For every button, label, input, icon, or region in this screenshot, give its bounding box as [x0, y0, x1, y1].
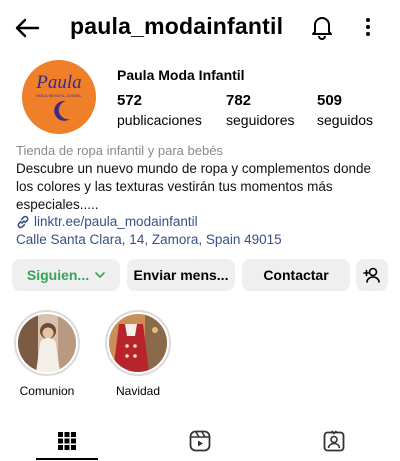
profile-tabs	[0, 420, 400, 461]
profile-username: paula_modainfantil	[70, 13, 284, 39]
tab-reels[interactable]	[133, 420, 266, 461]
profile-bio: Descubre un nuevo mundo de ropa y comple…	[16, 161, 371, 212]
stat-value: 509	[317, 92, 343, 109]
highlight-ring	[14, 310, 80, 376]
tab-selected-indicator	[36, 458, 98, 460]
profile-link-text: linktr.ee/paula_modainfantil	[34, 214, 198, 229]
message-button-label: Enviar mens...	[133, 267, 229, 283]
profile-display-name: Paula Moda Infantil	[117, 67, 245, 83]
highlight-comunion[interactable]: Comunion	[9, 310, 85, 398]
reels-icon	[189, 430, 210, 451]
tagged-icon	[323, 429, 344, 451]
stat-label: seguidos	[317, 112, 374, 128]
chevron-down-icon	[95, 271, 105, 278]
profile-category: Tienda de ropa infantil y para bebés	[16, 143, 223, 158]
profile-link[interactable]: linktr.ee/paula_modainfantil	[16, 214, 198, 229]
top-bar: paula_modainfantil	[0, 0, 400, 56]
profile-avatar[interactable]: Paula MODA INFANTIL JUVENIL	[22, 60, 96, 134]
arrow-left-icon	[15, 18, 40, 38]
add-user-icon	[363, 267, 380, 283]
following-button[interactable]: Siguien...	[12, 259, 120, 291]
avatar-brand-text: Paula	[36, 72, 82, 93]
contact-button[interactable]: Contactar	[242, 259, 350, 291]
stat-followers[interactable]: 782 seguidores	[226, 92, 295, 128]
stat-label: seguidores	[226, 112, 295, 128]
stat-posts[interactable]: 572 publicaciones	[117, 92, 202, 128]
highlight-ring	[105, 310, 171, 376]
bell-icon	[312, 17, 332, 40]
suggested-users-button[interactable]	[356, 259, 388, 291]
notifications-button[interactable]	[308, 13, 336, 41]
stat-label: publicaciones	[117, 112, 202, 128]
back-button[interactable]	[12, 14, 42, 42]
profile-address[interactable]: Calle Santa Clara, 14, Zamora, Spain 490…	[16, 232, 282, 247]
following-button-label: Siguien...	[26, 267, 90, 283]
grid-icon	[57, 431, 76, 450]
highlight-navidad[interactable]: Navidad	[100, 310, 176, 398]
contact-button-label: Contactar	[263, 267, 329, 283]
tab-posts-grid[interactable]	[0, 420, 133, 461]
message-button[interactable]: Enviar mens...	[127, 259, 235, 291]
tab-tagged[interactable]	[267, 420, 400, 461]
highlight-cover-image	[109, 314, 167, 372]
avatar-tagline: MODA INFANTIL JUVENIL	[36, 94, 82, 98]
highlight-label: Comunion	[19, 384, 75, 398]
stat-following[interactable]: 509 seguidos	[317, 92, 373, 128]
stat-value: 572	[117, 92, 143, 109]
stat-value: 782	[226, 92, 252, 109]
highlight-cover-image	[18, 314, 76, 372]
link-icon	[17, 215, 29, 228]
moon-icon	[54, 100, 70, 121]
more-vertical-icon	[366, 18, 370, 36]
more-options-button[interactable]	[356, 13, 380, 41]
highlight-label: Navidad	[115, 384, 161, 398]
